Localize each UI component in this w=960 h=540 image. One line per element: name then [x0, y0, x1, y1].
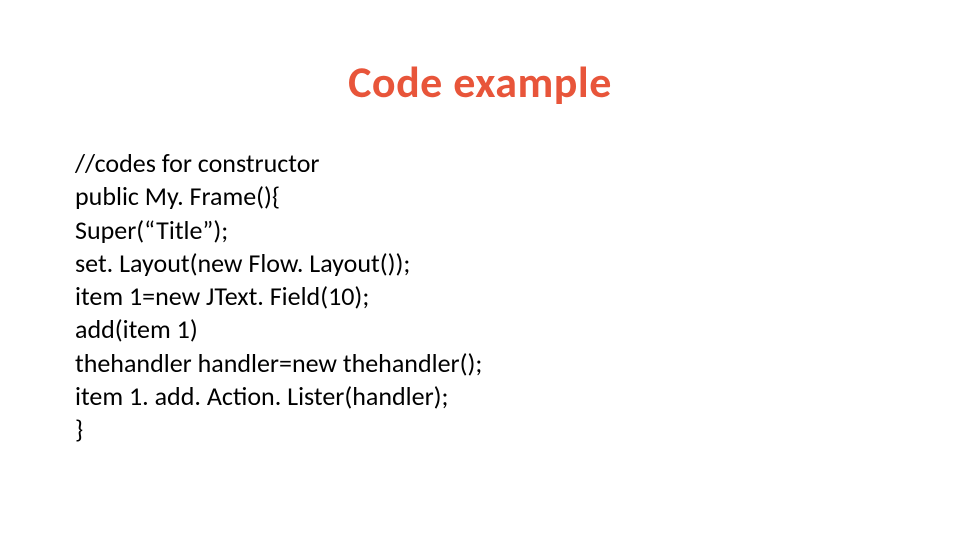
code-line: thehandler handler=new thehandler(); [75, 347, 885, 380]
code-line: public My. Frame(){ [75, 180, 885, 213]
code-line: } [75, 413, 885, 446]
code-line: //codes for constructor [75, 147, 885, 180]
code-line: set. Layout(new Flow. Layout()); [75, 247, 885, 280]
code-block: //codes for constructor public My. Frame… [75, 147, 885, 446]
code-line: item 1. add. Action. Lister(handler); [75, 380, 885, 413]
code-line: Super(“Title”); [75, 214, 885, 247]
slide: Code example //codes for constructor pub… [0, 0, 960, 540]
slide-title: Code example [75, 55, 885, 109]
code-line: item 1=new JText. Field(10); [75, 280, 885, 313]
code-line: add(item 1) [75, 313, 885, 346]
